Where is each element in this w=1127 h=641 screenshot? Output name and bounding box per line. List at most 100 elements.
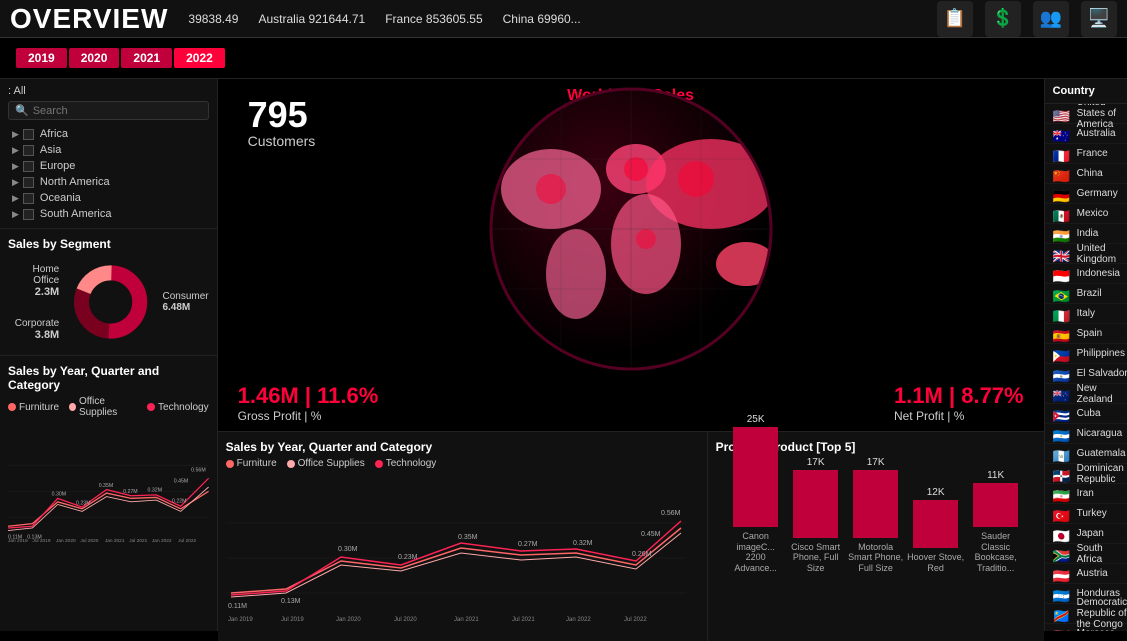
table-row[interactable]: 🇪🇸 Spain 0.29M | 2.28% [1045, 324, 1127, 344]
svg-text:Jul 2022: Jul 2022 [178, 538, 196, 544]
country-name: Turkey [1077, 508, 1127, 519]
table-row[interactable]: 🇵🇭 Philippines 0.18M | 1.44% [1045, 344, 1127, 364]
svg-text:0.23M: 0.23M [398, 554, 418, 561]
table-row[interactable]: 🇨🇩 Democratic Republic of the Congo 87.4… [1045, 604, 1127, 624]
country-name: Italy [1077, 308, 1127, 319]
checkbox-south-america[interactable] [23, 209, 34, 220]
legend-furniture2: Furniture [226, 458, 277, 469]
country-name: Iran [1077, 488, 1127, 499]
table-row[interactable]: 🇺🇸 United States of America 2.29M | 18.2… [1045, 104, 1127, 124]
country-flag: 🇵🇭 [1053, 348, 1071, 360]
legend-dot-furniture [8, 403, 16, 411]
icon-report[interactable]: 📋 [937, 1, 973, 37]
region-south-america[interactable]: ▶ South America [8, 206, 209, 222]
table-row[interactable]: 🇮🇷 Iran 0.11M | 0.9% [1045, 484, 1127, 504]
country-flag: 🇪🇸 [1053, 328, 1071, 340]
country-flag: 🇮🇩 [1053, 268, 1071, 280]
table-row[interactable]: 🇬🇹 Guatemala 0.13M | 1.05% [1045, 444, 1127, 464]
search-input[interactable] [33, 105, 202, 117]
country-flag: 🇹🇷 [1053, 508, 1071, 520]
legend-office-supplies: Office Supplies [69, 396, 137, 418]
table-row[interactable]: 🇳🇮 Nicaragua 0.15M | 1.18% [1045, 424, 1127, 444]
region-africa[interactable]: ▶ Africa [8, 126, 209, 142]
net-profit-block: 1.1M | 8.77% Net Profit | % [894, 383, 1024, 423]
country-flag: 🇭🇳 [1053, 588, 1071, 600]
search-box[interactable]: 🔍 [8, 101, 209, 120]
country-name: China [1077, 168, 1127, 179]
top-bar: OVERVIEW 39838.49 Australia 921644.71 Fr… [0, 0, 1127, 38]
table-row[interactable]: 🇬🇧 United Kingdom 0.53M | 4.18% [1045, 244, 1127, 264]
chart-legend2: Furniture Office Supplies Technology [226, 458, 699, 469]
table-row[interactable]: 🇩🇴 Dominican Republic 0.13M | 1% [1045, 464, 1127, 484]
customers-label: Customers [248, 133, 316, 149]
donut-area: Home Office 2.3M Corporate 3.8M [8, 257, 209, 347]
svg-text:0.56M: 0.56M [661, 510, 681, 517]
country-flag: 🇨🇩 [1053, 608, 1071, 620]
table-row[interactable]: 🇧🇷 Brazil 0.36M | 2.84% [1045, 284, 1127, 304]
checkbox-africa[interactable] [23, 129, 34, 140]
filter-all-label: : All [8, 85, 209, 97]
country-name: Japan [1077, 528, 1127, 539]
icon-monitor[interactable]: 🖥️ [1081, 1, 1117, 37]
bar-value: 25K [747, 414, 765, 425]
stat-4: China 69960... [503, 12, 581, 26]
svg-text:Jul 2021: Jul 2021 [129, 538, 147, 544]
checkbox-north-america[interactable] [23, 177, 34, 188]
bottom-line-svg: 0.11M 0.13M 0.30M 0.23M 0.35M 0.27M 0.32… [226, 473, 686, 628]
checkbox-europe[interactable] [23, 161, 34, 172]
table-row[interactable]: 🇮🇳 India 0.59M | 4.68% [1045, 224, 1127, 244]
region-europe[interactable]: ▶ Europe [8, 158, 209, 174]
bar-column: 11K Sauder Classic Bookcase, Traditio... [966, 470, 1026, 574]
tab-2022[interactable]: 2022 [174, 48, 225, 68]
country-flag: 🇦🇺 [1053, 128, 1071, 140]
region-oceania[interactable]: ▶ Oceania [8, 190, 209, 206]
table-row[interactable]: 🇨🇳 China 0.7M | 5.56% [1045, 164, 1127, 184]
gross-profit-value: 1.46M | 11.6% [238, 383, 379, 409]
customers-block: 795 Customers [228, 89, 316, 149]
checkbox-oceania[interactable] [23, 193, 34, 204]
checkbox-asia[interactable] [23, 145, 34, 156]
table-row[interactable]: 🇦🇹 Austria 92.54K | 0.74% [1045, 564, 1127, 584]
arrow-icon: ▶ [12, 177, 19, 188]
country-name: Dominican Republic [1077, 463, 1127, 485]
table-row[interactable]: 🇲🇽 Mexico 0.62M | 4.94% [1045, 204, 1127, 224]
table-row[interactable]: 🇮🇩 Indonesia 0.4M | 3.19% [1045, 264, 1127, 284]
arrow-icon: ▶ [12, 209, 19, 220]
country-name: Germany [1077, 188, 1127, 199]
country-flag: 🇮🇹 [1053, 308, 1071, 320]
svg-text:0.13M: 0.13M [281, 598, 301, 605]
bar-value: 11K [987, 470, 1004, 481]
legend-technology: Technology [147, 396, 209, 418]
country-flag: 🇮🇳 [1053, 228, 1071, 240]
icon-users[interactable]: 👥 [1033, 1, 1069, 37]
table-row[interactable]: 🇯🇵 Japan 99.88K | 0.79% [1045, 524, 1127, 544]
tab-2019[interactable]: 2019 [16, 48, 67, 68]
table-row[interactable]: 🇹🇷 Turkey 0.11M | 0.86% [1045, 504, 1127, 524]
country-flag: 🇮🇷 [1053, 488, 1071, 500]
table-row[interactable]: 🇸🇻 El Salvador 0.18M | 1.41% [1045, 364, 1127, 384]
country-list[interactable]: 🇺🇸 United States of America 2.29M | 18.2… [1045, 104, 1127, 631]
icon-finance[interactable]: 💲 [985, 1, 1021, 37]
table-row[interactable]: 🇿🇦 South Africa 95.29K | 0.76% [1045, 544, 1127, 564]
table-row[interactable]: 🇩🇪 Germany 0.62M | 4.96% [1045, 184, 1127, 204]
bar-label: Motorola Smart Phone, Full Size [846, 542, 906, 574]
region-north-america[interactable]: ▶ North America [8, 174, 209, 190]
bar-label: Cisco Smart Phone, Full Size [786, 542, 846, 574]
region-asia[interactable]: ▶ Asia [8, 142, 209, 158]
country-table-header: Country ▼ Sales | Percent [1045, 79, 1127, 104]
tab-2020[interactable]: 2020 [69, 48, 120, 68]
line-chart-svg: 0.11M 0.13M 0.30M 0.23M 0.35M 0.27M 0.32… [8, 422, 209, 552]
country-flag: 🇲🇦 [1053, 628, 1071, 632]
svg-text:Jul 2019: Jul 2019 [32, 538, 50, 544]
bar-rect [973, 483, 1018, 527]
bar-label: Sauder Classic Bookcase, Traditio... [966, 531, 1026, 574]
country-name: United Kingdom [1077, 243, 1127, 265]
tab-2021[interactable]: 2021 [121, 48, 172, 68]
country-flag: 🇫🇷 [1053, 148, 1071, 160]
region-label: Asia [40, 144, 61, 156]
table-row[interactable]: 🇮🇹 Italy 0.29M | 2.3% [1045, 304, 1127, 324]
left-panel: : All 🔍 ▶ Africa ▶ Asia ▶ [0, 79, 218, 631]
table-row[interactable]: 🇫🇷 France 0.85M | 6.78% [1045, 144, 1127, 164]
table-row[interactable]: 🇳🇿 New Zealand 0.17M | 1.37% [1045, 384, 1127, 404]
table-row[interactable]: 🇨🇺 Cuba 0.16M | 1.26% [1045, 404, 1127, 424]
